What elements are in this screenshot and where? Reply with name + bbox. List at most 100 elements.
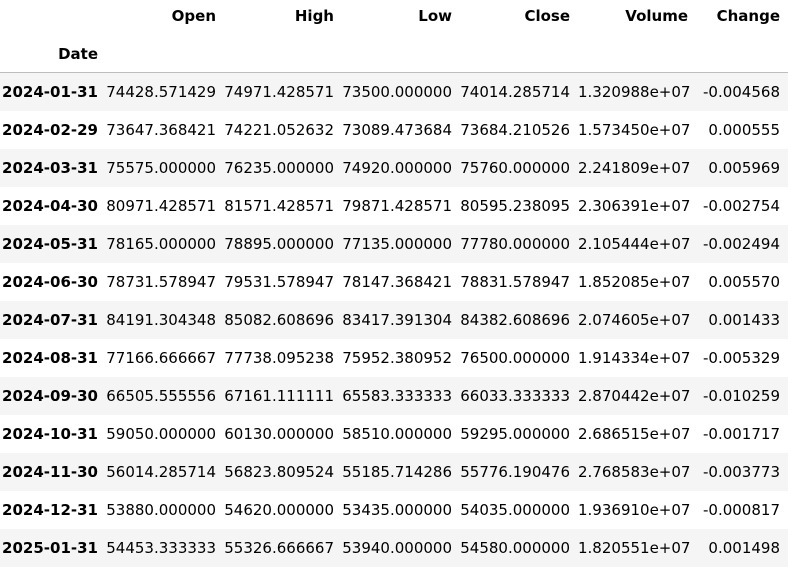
table-cell-volume: 2.768583e+07 [578, 462, 691, 481]
table-row: 2024-12-31 53880.000000 54620.000000 53435.… [0, 491, 788, 529]
table-cell-high: 79531.578947 [224, 272, 334, 291]
table-cell-open: 73647.368421 [106, 120, 216, 139]
table-cell-high: 78895.000000 [224, 234, 334, 253]
row-index-date: 2024-07-31 [2, 310, 98, 329]
table-row: 2024-07-31 84191.304348 85082.608696 83417.… [0, 300, 788, 339]
table-cell-open: 54453.333333 [106, 538, 216, 557]
table-row: 2024-06-30 78731.578947 79531.578947 78147.… [0, 263, 788, 301]
table-cell-open: 78731.578947 [106, 272, 216, 291]
table-cell-high: 55326.666667 [224, 538, 334, 557]
column-header-high: High [294, 7, 334, 25]
table-cell-open: 75575.000000 [106, 158, 216, 177]
table-cell-change: -0.002754 [703, 196, 780, 215]
table-cell-open: 84191.304348 [106, 310, 216, 329]
index-name-row: Date [0, 36, 788, 73]
table-cell-high: 74971.428571 [224, 82, 334, 101]
table-cell-low: 75952.380952 [342, 348, 452, 367]
index-name-header: Date [0, 36, 106, 73]
table-cell-close: 55776.190476 [460, 462, 570, 481]
header-blank-cell [0, 0, 106, 36]
table-cell-open: 53880.000000 [106, 500, 216, 519]
table-body: 2024-01-31 74428.571429 74971.428571 73500.… [0, 72, 788, 567]
table-cell-change: -0.010259 [703, 386, 780, 405]
table-cell-high: 56823.809524 [224, 462, 334, 481]
table-row: 2024-05-31 78165.000000 78895.000000 77135.… [0, 224, 788, 263]
table-cell-high: 76235.000000 [224, 158, 334, 177]
table-cell-low: 58510.000000 [342, 424, 452, 443]
table-row: 2024-04-30 80971.428571 81571.428571 79871.… [0, 187, 788, 225]
table-cell-open: 77166.666667 [106, 348, 216, 367]
table-cell-open: 80971.428571 [106, 196, 216, 215]
table-cell-high: 54620.000000 [224, 500, 334, 519]
table-cell-close: 54035.000000 [460, 500, 570, 519]
table-cell-low: 79871.428571 [342, 196, 452, 215]
table-cell-volume: 2.686515e+07 [578, 424, 691, 443]
column-header-volume: Volume [625, 7, 688, 25]
table-cell-open: 59050.000000 [106, 424, 216, 443]
table-cell-close: 75760.000000 [460, 158, 570, 177]
table-cell-change: -0.001717 [703, 424, 780, 443]
table-cell-change: 0.005969 [708, 158, 780, 177]
table-cell-change: -0.005329 [703, 348, 780, 367]
table-cell-volume: 1.936910e+07 [578, 500, 691, 519]
table-cell-volume: 2.306391e+07 [578, 196, 691, 215]
table-cell-open: 66505.555556 [106, 386, 216, 405]
table-cell-close: 73684.210526 [460, 120, 570, 139]
row-index-date: 2025-01-31 [2, 538, 98, 557]
column-header-row: Open High Low Close Volume Change [0, 0, 788, 36]
table-cell-low: 78147.368421 [342, 272, 452, 291]
table-cell-change: -0.002494 [703, 234, 780, 253]
row-index-date: 2024-10-31 [2, 424, 98, 443]
table-cell-change: 0.000555 [708, 120, 780, 139]
table-cell-close: 74014.285714 [460, 82, 570, 101]
table-cell-volume: 2.105444e+07 [578, 234, 691, 253]
table-cell-low: 73500.000000 [342, 82, 452, 101]
column-header-low: Low [418, 7, 452, 25]
row-index-date: 2024-05-31 [2, 234, 98, 253]
table-cell-low: 55185.714286 [342, 462, 452, 481]
table-cell-low: 53435.000000 [342, 500, 452, 519]
table-row: 2025-01-31 54453.333333 55326.666667 53940.… [0, 528, 788, 567]
row-index-date: 2024-08-31 [2, 348, 98, 367]
dataframe-table: Open High Low Close Volume Change Date 2… [0, 0, 788, 567]
table-cell-change: -0.000817 [703, 500, 780, 519]
table-cell-close: 59295.000000 [460, 424, 570, 443]
row-index-date: 2024-01-31 [2, 82, 98, 101]
table-cell-low: 65583.333333 [342, 386, 452, 405]
table-row: 2024-01-31 74428.571429 74971.428571 73500.… [0, 72, 788, 111]
table-cell-change: -0.003773 [703, 462, 780, 481]
table-cell-low: 53940.000000 [342, 538, 452, 557]
table-cell-change: 0.005570 [708, 272, 780, 291]
table-cell-volume: 1.320988e+07 [578, 82, 691, 101]
table-cell-change: 0.001498 [708, 538, 780, 557]
table-cell-high: 85082.608696 [224, 310, 334, 329]
table-cell-high: 67161.111111 [224, 386, 334, 405]
row-index-date: 2024-12-31 [2, 500, 98, 519]
table-cell-low: 74920.000000 [342, 158, 452, 177]
table-cell-change: 0.001433 [708, 310, 780, 329]
table-cell-close: 84382.608696 [460, 310, 570, 329]
table-cell-open: 78165.000000 [106, 234, 216, 253]
column-header-change: Change [716, 7, 780, 25]
table-row: 2024-10-31 59050.000000 60130.000000 58510.… [0, 415, 788, 453]
table-cell-close: 77780.000000 [460, 234, 570, 253]
table-cell-open: 74428.571429 [106, 82, 216, 101]
table-row: 2024-02-29 73647.368421 74221.052632 73089.… [0, 111, 788, 149]
column-header-close: Close [524, 7, 570, 25]
table-cell-volume: 1.573450e+07 [578, 120, 691, 139]
row-index-date: 2024-09-30 [2, 386, 98, 405]
table-row: 2024-09-30 66505.555556 67161.111111 65583.… [0, 376, 788, 415]
table-cell-high: 77738.095238 [224, 348, 334, 367]
table-cell-volume: 1.820551e+07 [578, 538, 691, 557]
table-cell-close: 54580.000000 [460, 538, 570, 557]
table-row: 2024-08-31 77166.666667 77738.095238 75952.… [0, 339, 788, 377]
table-cell-close: 76500.000000 [460, 348, 570, 367]
table-row: 2024-03-31 75575.000000 76235.000000 74920.… [0, 148, 788, 187]
table-cell-volume: 1.852085e+07 [578, 272, 691, 291]
column-header-open: Open [171, 7, 216, 25]
table-cell-low: 77135.000000 [342, 234, 452, 253]
table-cell-change: -0.004568 [703, 82, 780, 101]
table-cell-close: 80595.238095 [460, 196, 570, 215]
row-index-date: 2024-04-30 [2, 196, 98, 215]
row-index-date: 2024-02-29 [2, 120, 98, 139]
